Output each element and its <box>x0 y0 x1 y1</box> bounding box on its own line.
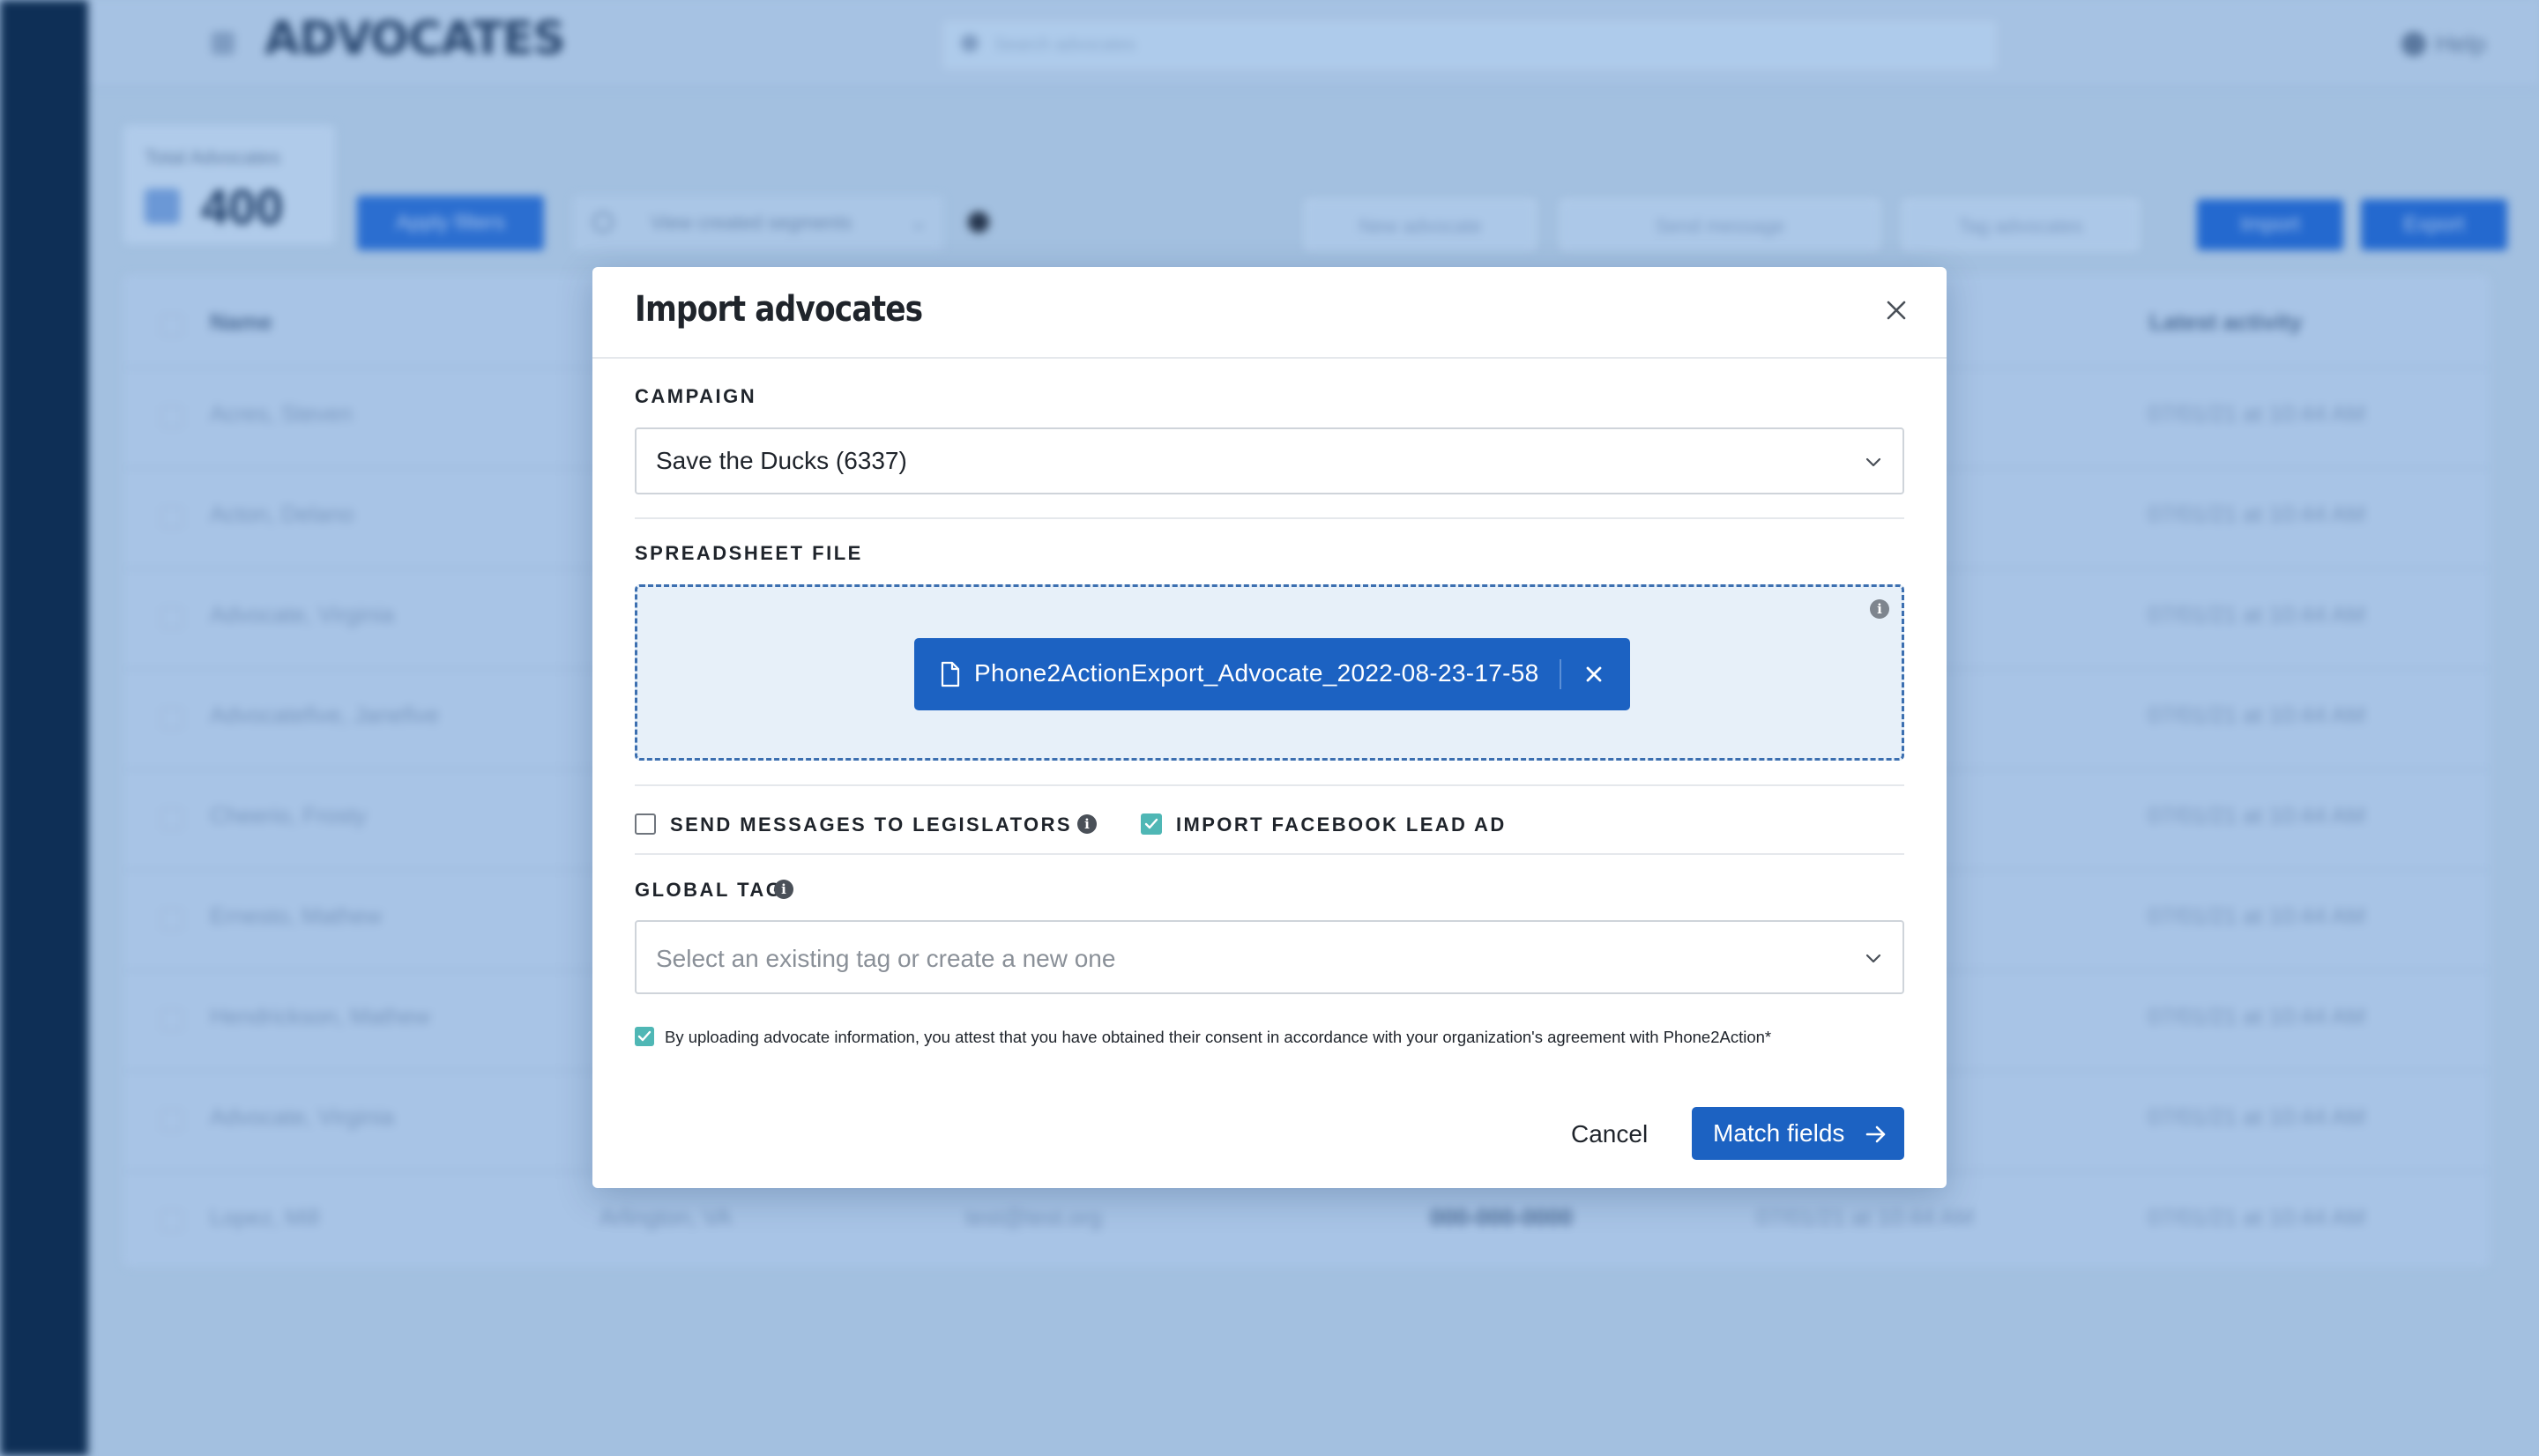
column-header-name: Name <box>210 308 272 335</box>
arrow-right-icon <box>1865 1125 1886 1143</box>
send-messages-checkbox[interactable] <box>635 813 656 835</box>
info-icon[interactable]: i <box>1077 814 1097 834</box>
sidebar <box>0 0 88 1456</box>
cell-name: Advocate, Virginia <box>210 601 395 628</box>
export-button: Export <box>2361 199 2507 250</box>
checkmark-icon <box>637 1030 652 1042</box>
import-advocates-modal: Import advocates CAMPAIGN Save the Ducks… <box>592 267 1947 1188</box>
file-icon <box>941 661 960 687</box>
global-tag-placeholder: Select an existing tag or create a new o… <box>656 945 1116 972</box>
cell-name: Ernesto, Mathew <box>210 903 383 929</box>
total-advocates-count: 400 <box>201 179 284 234</box>
tag-advocates-button: Tag advocates <box>1902 199 2139 250</box>
cell-name: Advocate, Virginia <box>210 1103 395 1130</box>
remove-file-icon[interactable] <box>1584 665 1604 684</box>
cell-latest: 07/01/21 at 10:44 AM <box>2148 400 2366 427</box>
global-tag-label: GLOBAL TAG <box>635 879 784 901</box>
select-all-checkbox <box>160 314 183 337</box>
consent-text: By uploading advocate information, you a… <box>665 1028 1772 1046</box>
file-dropzone[interactable]: i Phone2ActionExport_Advocate_2022-08-23… <box>635 584 1904 761</box>
row-checkbox <box>160 1109 183 1132</box>
divider <box>635 853 1904 855</box>
cell-name: Lopez, Mill <box>210 1204 320 1230</box>
cell-name: Advocatefive, Janefive <box>210 702 440 728</box>
chevron-down-icon <box>1865 457 1881 467</box>
cell-latest: 07/01/21 at 10:44 AM <box>2148 1103 2366 1130</box>
row-checkbox <box>160 506 183 529</box>
cell-phone: 000-000-0000 <box>1430 1204 1573 1230</box>
spreadsheet-file-label: SPREADSHEET FILE <box>635 542 863 564</box>
campaign-select[interactable]: Save the Ducks (6337) <box>635 427 1904 494</box>
import-facebook-label: IMPORT FACEBOOK LEAD AD <box>1176 813 1507 836</box>
cell-email: test@test.org <box>965 1204 1103 1230</box>
cell-latest: 07/01/21 at 10:44 AM <box>2148 601 2366 628</box>
send-message-button: Send message <box>1560 199 1880 250</box>
column-header-latest-activity: Latest activity <box>2149 308 2303 335</box>
row-checkbox <box>160 707 183 730</box>
row-checkbox <box>160 908 183 931</box>
info-dot-icon <box>968 212 989 233</box>
info-icon[interactable]: i <box>1870 599 1889 619</box>
import-button: Import <box>2197 199 2343 250</box>
cancel-button[interactable]: Cancel <box>1571 1120 1648 1148</box>
global-tag-select[interactable]: Select an existing tag or create a new o… <box>635 920 1904 994</box>
cell-created: 07/01/21 at 10:44 AM <box>1756 1204 1975 1230</box>
search-placeholder: Search advocates <box>994 35 1136 55</box>
campaign-label: CAMPAIGN <box>635 385 757 407</box>
new-advocate-button: New advocate <box>1305 199 1536 250</box>
segments-placeholder: View created segments <box>651 212 853 234</box>
chip-divider <box>1560 659 1561 689</box>
apply-filters-button: Apply filters <box>357 196 544 250</box>
segment-icon <box>592 212 614 233</box>
row-checkbox <box>160 807 183 830</box>
total-advocates-label: Total Advocates <box>145 146 281 168</box>
cell-location: Arlington, VA <box>599 1204 732 1230</box>
match-fields-button[interactable]: Match fields <box>1692 1107 1904 1160</box>
campaign-value: Save the Ducks (6337) <box>656 447 907 474</box>
help-icon <box>2401 32 2426 56</box>
checkmark-icon <box>1144 818 1158 829</box>
row-checkbox <box>160 606 183 629</box>
row-checkbox <box>160 405 183 428</box>
search-icon <box>961 34 979 52</box>
info-icon[interactable]: i <box>774 880 793 899</box>
total-advocates-card: Total Advocates 400 <box>123 125 335 244</box>
chevron-down-icon: ⌄ <box>909 211 927 234</box>
row-checkbox <box>160 1209 183 1232</box>
people-icon <box>145 189 180 224</box>
chevron-down-icon <box>1865 954 1881 963</box>
match-fields-label: Match fields <box>1713 1119 1845 1147</box>
home-icon <box>212 32 235 55</box>
cell-latest: 07/01/21 at 10:44 AM <box>2148 1204 2366 1230</box>
row-checkbox <box>160 1008 183 1031</box>
divider <box>635 517 1904 519</box>
segments-select: View created segments ⌄ <box>573 196 943 250</box>
cell-name: Cheerio, Frosty <box>210 802 367 828</box>
divider <box>635 784 1904 786</box>
help-link: Help <box>2435 30 2486 57</box>
consent-checkbox[interactable] <box>635 1027 654 1046</box>
top-bar: ADVOCATES Search advocates Help <box>88 0 2539 88</box>
cell-latest: 07/01/21 at 10:44 AM <box>2148 802 2366 828</box>
uploaded-file-chip: Phone2ActionExport_Advocate_2022-08-23-1… <box>914 638 1630 710</box>
send-messages-label: SEND MESSAGES TO LEGISLATORS <box>670 813 1072 836</box>
cell-latest: 07/01/21 at 10:44 AM <box>2148 501 2366 527</box>
cell-name: Acres, Steven <box>210 400 353 427</box>
modal-header: Import advocates <box>592 267 1947 359</box>
cell-latest: 07/01/21 at 10:44 AM <box>2148 1003 2366 1029</box>
modal-title: Import advocates <box>635 289 923 330</box>
cell-name: Acton, Delano <box>210 501 354 527</box>
import-facebook-checkbox[interactable] <box>1141 813 1162 835</box>
search-input: Search advocates <box>943 21 1996 69</box>
app-title: ADVOCATES <box>264 12 566 65</box>
cell-latest: 07/01/21 at 10:44 AM <box>2148 702 2366 728</box>
cell-latest: 07/01/21 at 10:44 AM <box>2148 903 2366 929</box>
file-name: Phone2ActionExport_Advocate_2022-08-23-1… <box>974 659 1539 687</box>
cell-name: Hendrickson, Mathew <box>210 1003 430 1029</box>
close-icon[interactable] <box>1883 297 1910 323</box>
